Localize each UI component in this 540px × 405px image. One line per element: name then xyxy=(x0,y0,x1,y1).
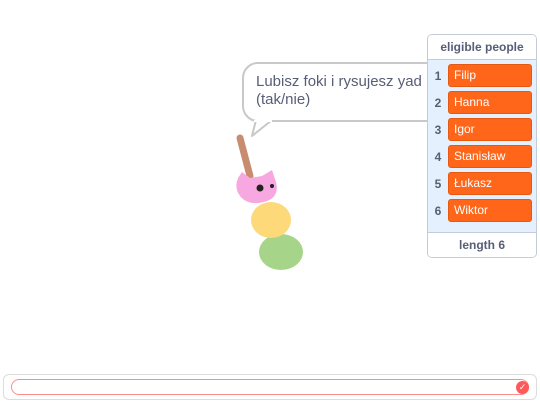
list-item[interactable]: 5 Łukasz xyxy=(428,170,536,197)
yellow-ball xyxy=(251,202,291,238)
list-item-index: 5 xyxy=(434,176,442,191)
green-ball xyxy=(259,234,303,270)
stage[interactable]: Lubisz foki i rysujesz yad (tak/nie) eli… xyxy=(0,0,540,405)
list-item-value[interactable]: Stanisław xyxy=(448,145,532,168)
check-icon[interactable]: ✓ xyxy=(516,381,529,394)
list-item-index: 4 xyxy=(434,149,442,164)
speech-bubble: Lubisz foki i rysujesz yad (tak/nie) xyxy=(242,62,442,140)
list-item[interactable]: 3 Igor xyxy=(428,116,536,143)
list-item-value[interactable]: Igor xyxy=(448,118,532,141)
answer-input[interactable] xyxy=(11,379,529,395)
dango-sprite[interactable] xyxy=(228,132,312,274)
list-item-value[interactable]: Łukasz xyxy=(448,172,532,195)
list-items: 1 Filip 2 Hanna 3 Igor 4 Stanisław 5 Łuk… xyxy=(428,60,536,224)
list-item[interactable]: 1 Filip xyxy=(428,62,536,89)
list-title: eligible people xyxy=(428,35,536,60)
list-item-index: 6 xyxy=(434,203,442,218)
list-length-label: length 6 xyxy=(428,232,536,257)
list-item[interactable]: 6 Wiktor xyxy=(428,197,536,224)
stick-icon xyxy=(236,134,254,180)
list-item-index: 3 xyxy=(434,122,442,137)
list-item[interactable]: 4 Stanisław xyxy=(428,143,536,170)
speech-bubble-body: Lubisz foki i rysujesz yad (tak/nie) xyxy=(242,62,442,122)
list-item-value[interactable]: Hanna xyxy=(448,91,532,114)
list-item-index: 1 xyxy=(434,68,442,83)
list-item[interactable]: 2 Hanna xyxy=(428,89,536,116)
answer-prompt: ✓ xyxy=(3,374,537,400)
list-item-value[interactable]: Filip xyxy=(448,64,532,87)
pink-cat-head xyxy=(236,170,277,204)
list-item-index: 2 xyxy=(434,95,442,110)
list-item-value[interactable]: Wiktor xyxy=(448,199,532,222)
list-monitor-eligible-people[interactable]: eligible people 1 Filip 2 Hanna 3 Igor 4… xyxy=(427,34,537,258)
speech-text-line-2: (tak/nie) xyxy=(256,91,311,108)
speech-text-line-1: Lubisz foki i rysujesz yad xyxy=(256,73,422,90)
